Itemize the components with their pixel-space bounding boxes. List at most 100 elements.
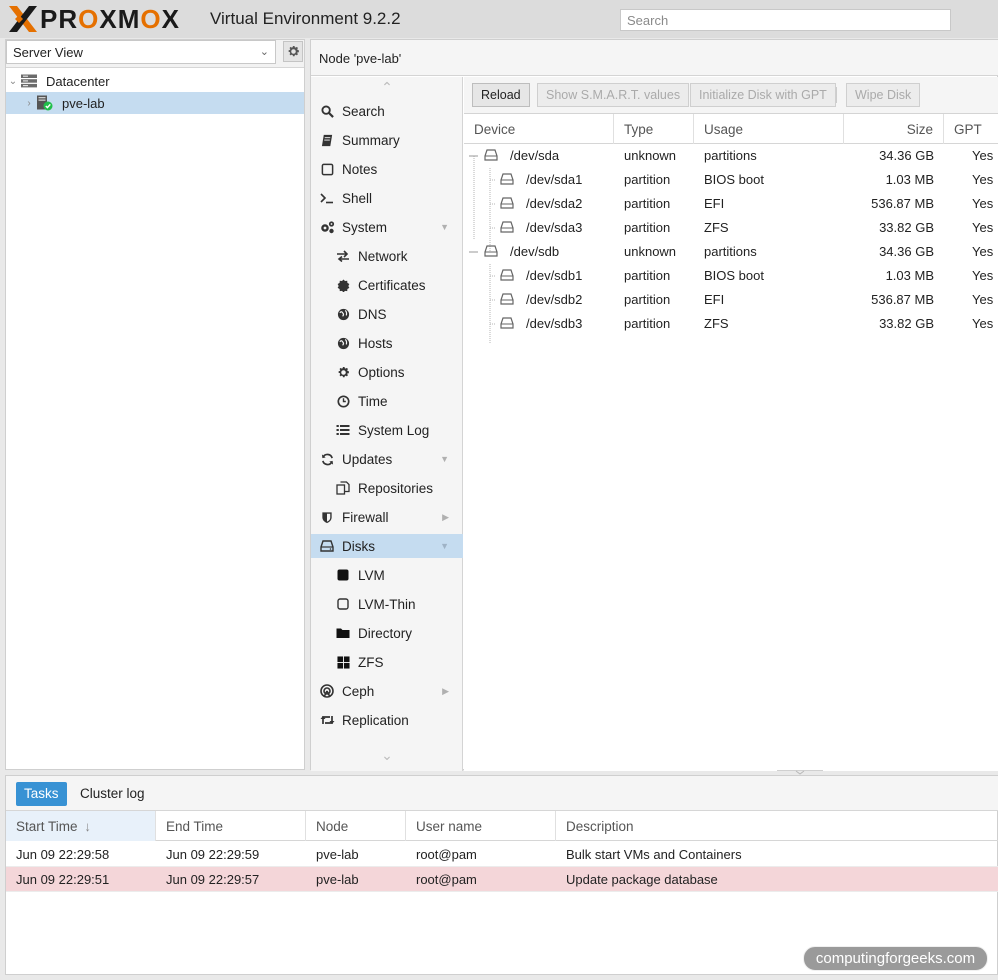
tab-tasks[interactable]: Tasks bbox=[16, 782, 67, 806]
disk-device: /dev/sda3 bbox=[526, 220, 583, 235]
disk-row[interactable]: /dev/sda3 partition ZFS 33.82 GB Yes bbox=[464, 216, 998, 240]
nav-item-certificates[interactable]: Certificates bbox=[311, 273, 463, 297]
nav-item-notes[interactable]: Notes bbox=[311, 157, 463, 181]
tree-item-pve-lab[interactable]: › pve-lab bbox=[6, 92, 304, 114]
column-header-user-name[interactable]: User name bbox=[406, 811, 556, 841]
nav-item-directory[interactable]: Directory bbox=[311, 621, 463, 645]
nav-item-lvm-thin[interactable]: LVM-Thin bbox=[311, 592, 463, 616]
column-header-label: Start Time bbox=[16, 819, 78, 834]
note-icon bbox=[319, 161, 335, 177]
th-large-icon bbox=[335, 654, 351, 670]
nav-item-system[interactable]: System ▼ bbox=[311, 215, 463, 239]
task-description: Update package database bbox=[566, 872, 718, 887]
hdd-icon bbox=[484, 245, 498, 257]
nav-item-firewall[interactable]: Firewall ▶ bbox=[311, 505, 463, 529]
expand-icon[interactable]: › bbox=[22, 98, 36, 109]
wipe-disk-button[interactable]: Wipe Disk bbox=[846, 83, 921, 107]
disks-grid-header: Device Type Usage Size GPT bbox=[464, 114, 998, 144]
column-header-description[interactable]: Description bbox=[556, 811, 998, 841]
tree-settings-button[interactable] bbox=[283, 41, 303, 62]
column-header-node[interactable]: Node bbox=[306, 811, 406, 841]
nav-item-updates[interactable]: Updates ▼ bbox=[311, 447, 463, 471]
scroll-up-icon[interactable]: ⌃ bbox=[311, 79, 463, 96]
column-header-usage[interactable]: Usage bbox=[694, 114, 844, 144]
task-row[interactable]: Jun 09 22:29:58 Jun 09 22:29:59 pve-lab … bbox=[6, 842, 998, 867]
tree-item-label: pve-lab bbox=[62, 95, 105, 111]
nav-item-replication[interactable]: Replication bbox=[311, 708, 463, 732]
disk-gpt: Yes bbox=[972, 244, 994, 259]
disk-gpt: Yes bbox=[972, 196, 994, 211]
disk-row[interactable]: /dev/sdb3 partition ZFS 33.82 GB Yes bbox=[464, 312, 998, 336]
nav-item-search[interactable]: Search bbox=[311, 99, 463, 123]
nav-item-shell[interactable]: Shell bbox=[311, 186, 463, 210]
tab-cluster-log[interactable]: Cluster log bbox=[72, 782, 153, 806]
disk-device: /dev/sdb bbox=[510, 244, 560, 259]
square-outline-icon bbox=[335, 596, 351, 612]
disk-usage: ZFS bbox=[704, 220, 729, 235]
nav-item-dns[interactable]: DNS bbox=[311, 302, 463, 326]
disk-gpt: Yes bbox=[972, 292, 994, 307]
task-user: root@pam bbox=[416, 872, 477, 887]
column-header-start-time[interactable]: Start Time ↓ bbox=[6, 811, 156, 841]
tree-item-datacenter[interactable]: ⌄ Datacenter bbox=[6, 70, 304, 92]
expand-caret-icon[interactable]: ▶ bbox=[442, 686, 449, 697]
collapse-caret-icon[interactable]: ▼ bbox=[440, 222, 449, 232]
nav-item-lvm[interactable]: LVM bbox=[311, 563, 463, 587]
nav-item-label: Updates bbox=[342, 451, 393, 467]
nav-item-label: Shell bbox=[342, 190, 373, 206]
column-header-gpt[interactable]: GPT bbox=[944, 114, 998, 144]
disk-row[interactable]: /dev/sda unknown partitions 34.36 GB Yes bbox=[464, 144, 998, 168]
nav-item-repositories[interactable]: Repositories bbox=[311, 476, 463, 500]
collapse-caret-icon[interactable]: ▼ bbox=[440, 541, 449, 551]
collapse-icon[interactable]: ⌄ bbox=[6, 76, 20, 87]
cogs-icon bbox=[319, 219, 335, 235]
nav-item-time[interactable]: Time bbox=[311, 389, 463, 413]
column-header-end-time[interactable]: End Time bbox=[156, 811, 306, 841]
server-rack-icon bbox=[21, 74, 37, 88]
proxmox-wordmark: PROXMOX bbox=[40, 3, 180, 34]
show-smart-button[interactable]: Show S.M.A.R.T. values bbox=[537, 83, 690, 107]
tasks-tab-bar: Tasks Cluster log bbox=[6, 776, 998, 811]
column-header-size[interactable]: Size bbox=[844, 114, 944, 144]
disk-row[interactable]: /dev/sdb1 partition BIOS boot 1.03 MB Ye… bbox=[464, 264, 998, 288]
global-search-input[interactable]: Search bbox=[620, 9, 951, 31]
view-selector[interactable]: Server View ⌄ bbox=[6, 40, 276, 64]
nav-item-system-log[interactable]: System Log bbox=[311, 418, 463, 442]
nav-item-ceph[interactable]: Ceph ▶ bbox=[311, 679, 463, 703]
disk-size: 33.82 GB bbox=[879, 220, 934, 235]
collapse-caret-icon[interactable]: ▼ bbox=[440, 454, 449, 464]
expand-caret-icon[interactable]: ▶ bbox=[442, 512, 449, 523]
disk-row[interactable]: /dev/sdb unknown partitions 34.36 GB Yes bbox=[464, 240, 998, 264]
globe-icon bbox=[335, 306, 351, 322]
hdd-icon bbox=[500, 221, 514, 233]
disk-type: partition bbox=[624, 292, 671, 307]
nav-item-network[interactable]: Network bbox=[311, 244, 463, 268]
disk-row[interactable]: /dev/sda2 partition EFI 536.87 MB Yes bbox=[464, 192, 998, 216]
disk-usage: BIOS boot bbox=[704, 268, 764, 283]
disk-row[interactable]: /dev/sdb2 partition EFI 536.87 MB Yes bbox=[464, 288, 998, 312]
nav-item-zfs[interactable]: ZFS bbox=[311, 650, 463, 674]
nav-item-disks[interactable]: Disks ▼ bbox=[311, 534, 463, 558]
proxmox-logo[interactable]: PROXMOX bbox=[8, 3, 180, 34]
square-icon bbox=[335, 567, 351, 583]
column-header-device[interactable]: Device bbox=[464, 114, 614, 144]
retweet-icon bbox=[319, 712, 335, 728]
node-online-icon bbox=[37, 95, 53, 111]
chevron-down-icon: ⌄ bbox=[259, 46, 269, 58]
nav-item-label: Notes bbox=[342, 161, 378, 177]
reload-button[interactable]: Reload bbox=[472, 83, 530, 107]
nav-item-summary[interactable]: Summary bbox=[311, 128, 463, 152]
view-selector-value: Server View bbox=[13, 45, 83, 60]
list-icon bbox=[335, 422, 351, 438]
disk-row[interactable]: /dev/sda1 partition BIOS boot 1.03 MB Ye… bbox=[464, 168, 998, 192]
hdd-icon bbox=[500, 317, 514, 329]
task-row-error[interactable]: Jun 09 22:29:51 Jun 09 22:29:57 pve-lab … bbox=[6, 867, 998, 892]
init-gpt-button[interactable]: Initialize Disk with GPT bbox=[690, 83, 836, 107]
nav-item-hosts[interactable]: Hosts bbox=[311, 331, 463, 355]
column-header-type[interactable]: Type bbox=[614, 114, 694, 144]
nav-item-options[interactable]: Options bbox=[311, 360, 463, 384]
nav-item-label: Disks bbox=[342, 538, 375, 554]
disk-gpt: Yes bbox=[972, 220, 994, 235]
task-start-time: Jun 09 22:29:51 bbox=[16, 872, 110, 887]
scroll-down-icon[interactable]: ⌄ bbox=[311, 747, 463, 764]
